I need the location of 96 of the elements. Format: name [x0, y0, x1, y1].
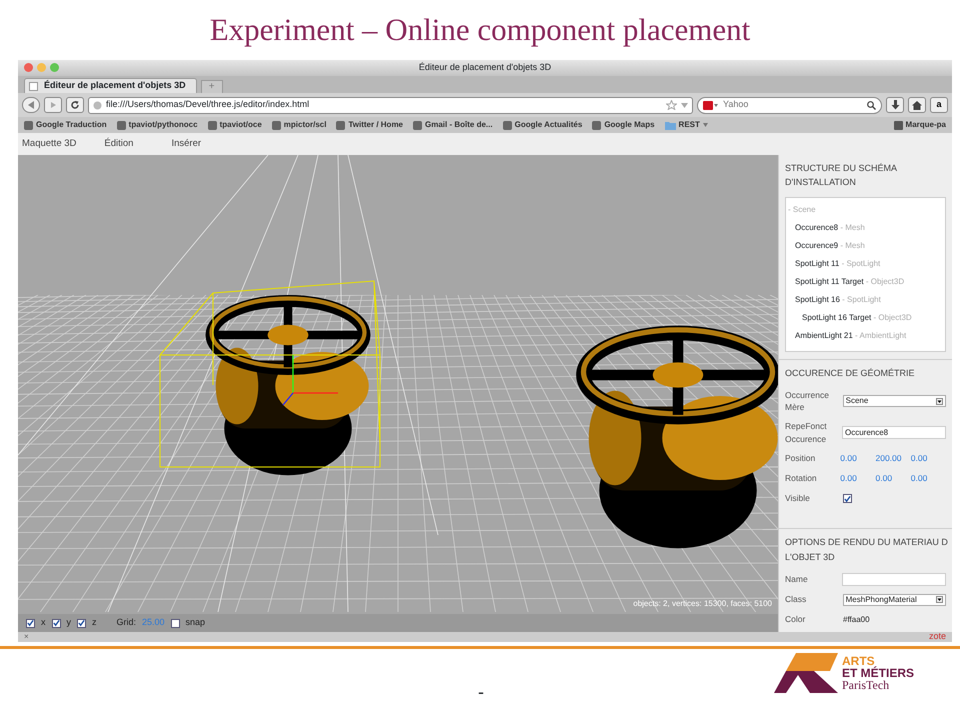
search-engine-icon — [703, 100, 719, 110]
axis-checkbox[interactable] — [77, 618, 86, 628]
field-label: Class — [785, 593, 808, 606]
download-button[interactable] — [886, 97, 904, 113]
tree-item[interactable]: SpotLight 11 Target - Object3D — [788, 273, 943, 291]
search-box[interactable]: Yahoo — [697, 96, 882, 114]
home-button[interactable] — [908, 97, 926, 113]
field-label: Visible — [785, 492, 811, 505]
input-field[interactable] — [842, 573, 946, 586]
bookmark-link[interactable]: Google Actualités — [502, 119, 582, 131]
panel-title: STRUCTURE DU SCHÉMA D'INSTALLATION — [785, 162, 898, 188]
logo-icon — [774, 653, 838, 693]
reload-icon — [70, 100, 80, 110]
globe-icon — [93, 100, 102, 110]
axis-checkbox[interactable] — [26, 618, 35, 628]
back-button[interactable] — [22, 97, 40, 113]
bookmark-link[interactable]: tpaviot/oce — [208, 119, 262, 131]
bookmark-link[interactable]: Gmail - Boîte de... — [413, 119, 493, 131]
field-label: Color — [785, 613, 806, 626]
close-button[interactable]: × — [24, 631, 29, 642]
tree-item[interactable]: SpotLight 16 Target - Object3D — [788, 309, 943, 327]
dropdown-arrow-icon — [936, 596, 943, 603]
panel-title: L'OBJET 3D — [785, 551, 836, 564]
menu-item[interactable]: Édition — [104, 136, 172, 152]
number-field[interactable]: 0.00 — [910, 472, 946, 485]
favicon-icon — [24, 120, 33, 130]
slide-footer-mark: - — [478, 681, 484, 704]
scene-stats: objects: 2, vertices: 15300, faces: 5100 — [633, 598, 772, 610]
field-label: Position — [785, 452, 816, 465]
axis-gizmo-drawing — [282, 355, 338, 406]
field-label: RepeFonct Occurence — [785, 420, 828, 446]
axis-label: x — [41, 616, 46, 630]
home-icon — [912, 100, 922, 110]
bookmark-link[interactable]: mpictor/scl — [272, 119, 326, 131]
tree-item[interactable]: SpotLight 16 - SpotLight — [788, 291, 943, 309]
dropdown-arrow-icon — [936, 398, 943, 405]
favicon-icon — [592, 120, 602, 130]
bookmark-link[interactable]: Google Maps — [592, 119, 655, 131]
page-icon — [29, 82, 38, 90]
tree-item[interactable]: Occurence8 - Mesh — [788, 219, 943, 237]
number-field[interactable]: 0.00 — [910, 452, 946, 465]
field-label: Name — [785, 573, 809, 586]
window-title: Éditeur de placement d'objets 3D — [418, 61, 552, 74]
axis-label: y — [66, 616, 71, 630]
tree-item[interactable]: SpotLight 11 - SpotLight — [788, 255, 943, 273]
status-text: zote — [928, 630, 946, 642]
field-label: Rotation — [785, 472, 818, 485]
field-value: #ffaa00 — [843, 614, 870, 626]
slide-title: Experiment – Online component placement — [208, 10, 752, 49]
number-field[interactable]: 0.00 — [840, 452, 876, 465]
input-field[interactable]: Occurence8 — [842, 426, 946, 440]
axis-checkbox[interactable] — [52, 618, 60, 628]
bookmarks-menu[interactable]: Marque-pa — [894, 119, 946, 131]
number-field[interactable]: 0.00 — [876, 472, 911, 485]
caret-icon — [702, 123, 708, 127]
favicon-icon — [502, 120, 512, 130]
menu-item[interactable]: Maquette 3D — [20, 136, 104, 152]
bookmarks-icon — [894, 120, 903, 130]
favicon-icon — [272, 120, 281, 130]
logo-text: ET MÉTIERS — [842, 667, 914, 679]
bookmark-link[interactable]: Twitter / Home — [336, 119, 404, 131]
tree-item[interactable]: Occurence9 - Mesh — [788, 237, 943, 255]
favicon-icon — [413, 120, 422, 130]
snap-label: snap — [186, 616, 206, 630]
reload-button[interactable] — [66, 97, 84, 113]
select-field[interactable]: MeshPhongMaterial — [842, 594, 946, 606]
number-field[interactable]: 0.00 — [840, 472, 876, 485]
search-icon — [867, 100, 876, 110]
bookmark-link[interactable]: tpaviot/pythonocc — [116, 119, 198, 131]
number-field[interactable]: 200.00 — [876, 452, 911, 465]
panel-title: OCCURENCE DE GÉOMÉTRIE — [785, 367, 916, 380]
field-label: Occurrence Mère — [785, 388, 830, 414]
logo-text: ParisTech — [842, 679, 890, 691]
forward-arrow-icon — [49, 101, 57, 109]
caret-icon — [681, 102, 688, 108]
star-icon — [666, 100, 677, 110]
visible-checkbox[interactable] — [843, 494, 852, 503]
back-arrow-icon — [26, 100, 36, 110]
tree-item[interactable]: AmbientLight 21 - AmbientLight — [788, 327, 943, 345]
amazon-button[interactable]: a — [930, 97, 948, 113]
menu-item[interactable]: Insérer — [171, 136, 240, 152]
panel-title: OPTIONS DE RENDU DU MATERIAU D — [785, 536, 946, 548]
favicon-icon — [208, 120, 217, 130]
download-arrow-icon — [890, 100, 900, 110]
address-field[interactable]: file:///Users/thomas/Devel/three.js/editor/index.html — [88, 96, 693, 114]
select-field[interactable]: Scene — [842, 395, 946, 408]
bookmark-link[interactable]: REST — [664, 119, 708, 131]
logo-text: ARTS — [842, 655, 875, 667]
browser-tab[interactable]: Éditeur de placement d'objets 3D — [24, 78, 197, 93]
bookmark-link[interactable]: Google Traduction — [24, 119, 107, 131]
axis-label: z — [92, 616, 96, 630]
grid-label: Grid: — [116, 616, 136, 630]
folder-icon — [664, 120, 676, 130]
favicon-icon — [336, 120, 346, 130]
favicon-icon — [116, 120, 126, 130]
snap-checkbox[interactable] — [170, 618, 180, 628]
